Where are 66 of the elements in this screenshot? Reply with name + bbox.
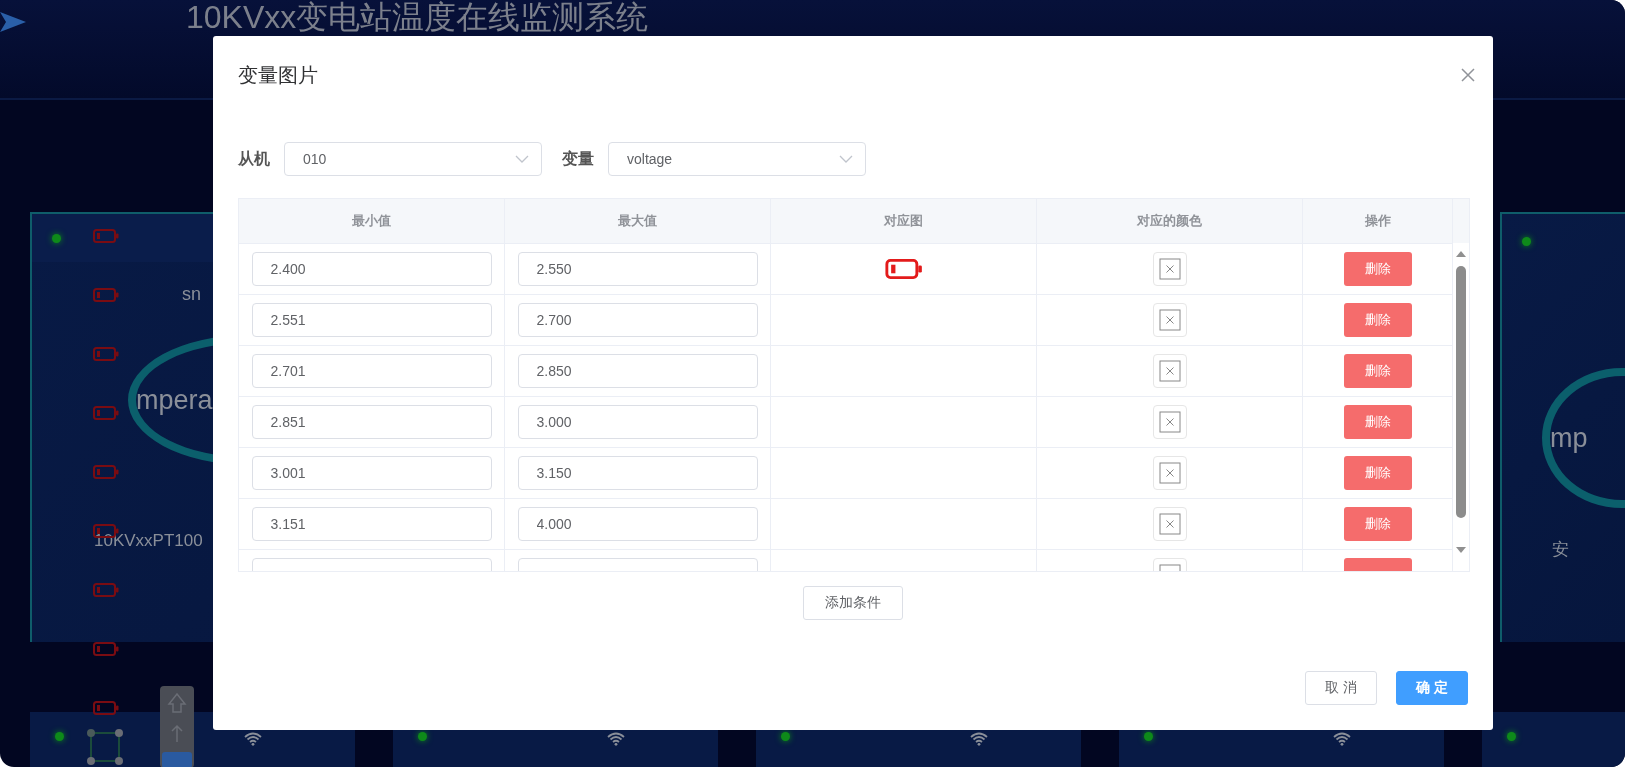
max-value-field[interactable]: 3.150	[517, 456, 758, 490]
selection-handles-drawing	[86, 728, 126, 767]
color-picker[interactable]	[1152, 354, 1187, 388]
wifi-icon	[244, 732, 262, 746]
max-value-field[interactable]: 4.000	[517, 507, 758, 541]
battery-icon	[93, 347, 119, 361]
max-value-field[interactable]: 2.700	[517, 303, 758, 337]
min-value-field[interactable]: 3.001	[251, 456, 492, 490]
min-value-field[interactable]: 2.701	[251, 354, 492, 388]
arrow-icon	[0, 10, 26, 34]
column-header: 对应图	[771, 199, 1037, 243]
wifi-icon	[1333, 732, 1351, 746]
color-picker[interactable]	[1152, 507, 1187, 541]
column-header: 最小值	[239, 199, 505, 243]
select-field[interactable]: 010	[284, 142, 542, 176]
x-icon	[1158, 258, 1181, 280]
page-title: 10KVxx变电站温度在线监测系统	[186, 0, 649, 34]
close-icon[interactable]	[1461, 68, 1475, 82]
gauge-ring: mp	[1542, 368, 1625, 508]
status-light	[52, 233, 61, 243]
min-value-field[interactable]: 2.551	[251, 303, 492, 337]
min-value-field[interactable]: 2.400	[251, 252, 492, 286]
dialog-title: 变量图片	[238, 62, 318, 88]
cancel-button[interactable]: 取 消	[1305, 671, 1377, 705]
status-light	[781, 732, 790, 741]
filter-label: 从机	[238, 148, 270, 169]
color-picker[interactable]	[1152, 405, 1187, 439]
max-value-field[interactable]: 3.000	[517, 405, 758, 439]
status-light	[1507, 732, 1516, 741]
color-picker[interactable]	[1152, 252, 1187, 286]
battery-icon	[93, 229, 119, 243]
chevron-icon	[839, 155, 853, 163]
x-icon	[1158, 462, 1181, 484]
status-light	[1144, 732, 1153, 741]
color-picker[interactable]	[1152, 456, 1187, 490]
chevron-icon	[515, 155, 529, 163]
battery-icon	[93, 583, 119, 597]
select-field[interactable]: voltage	[608, 142, 866, 176]
status-light	[55, 732, 64, 741]
column-header: 最大值	[505, 199, 771, 243]
status-light	[1522, 237, 1531, 246]
filter-label: 变量	[562, 148, 594, 169]
battery-icon	[884, 259, 923, 279]
x-icon	[1158, 513, 1181, 535]
battery-icon	[93, 406, 119, 420]
x-icon	[1158, 309, 1181, 331]
wifi-icon	[607, 732, 625, 746]
column-header: 对应的颜色	[1037, 199, 1303, 243]
wifi-icon	[970, 732, 988, 746]
battery-icon	[93, 288, 119, 302]
device-name: 安	[1552, 539, 1570, 561]
x-icon	[1158, 411, 1181, 433]
min-value-field[interactable]: 2.851	[251, 405, 492, 439]
max-value-field[interactable]: 2.550	[517, 252, 758, 286]
battery-icon	[93, 642, 119, 656]
column-header: 操作	[1303, 199, 1453, 243]
card-label: sn	[182, 284, 201, 305]
battery-icon	[93, 701, 119, 715]
add-condition-button[interactable]: 添加条件	[803, 586, 903, 620]
min-value-field[interactable]: 3.151	[251, 507, 492, 541]
battery-icon	[93, 465, 119, 479]
color-picker[interactable]	[1152, 303, 1187, 337]
max-value-field[interactable]: 2.850	[517, 354, 758, 388]
status-light	[418, 732, 427, 741]
x-icon	[1158, 360, 1181, 382]
device-name: 10KVxxPT100	[94, 531, 203, 551]
